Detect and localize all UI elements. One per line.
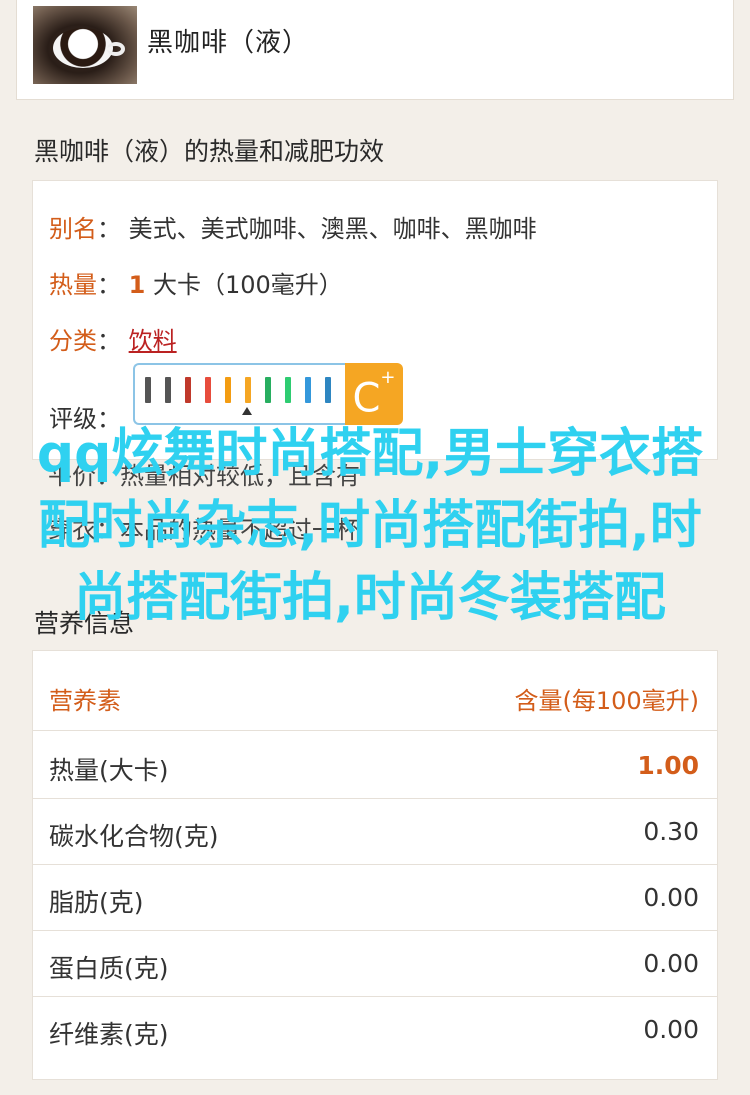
nutrient-name: 脂肪(克) <box>49 888 144 917</box>
calorie-number: 1 <box>128 271 146 299</box>
rating-bar <box>325 377 331 403</box>
header-card[interactable]: 黑咖啡（液） <box>16 0 734 100</box>
rating-bar <box>205 377 211 403</box>
nutrient-value: 0.00 <box>643 883 699 912</box>
rating-bar <box>285 377 291 403</box>
nutrient-name: 热量(大卡) <box>49 756 169 785</box>
nutrient-value: 0.30 <box>643 817 699 846</box>
table-row: 纤维素(克) 0.00 <box>33 997 717 1063</box>
category-label: 分类 <box>49 327 97 355</box>
table-row: 蛋白质(克) 0.00 <box>33 931 717 997</box>
category-link[interactable]: 饮料 <box>129 327 177 355</box>
food-title: 黑咖啡（液） <box>147 28 310 58</box>
rating-bar <box>245 377 251 403</box>
coffee-thumbnail <box>33 6 137 84</box>
calorie-row: 热量： 1 大卡（100毫升） <box>49 271 343 299</box>
coffee-cup-icon <box>53 28 113 68</box>
nutrient-value: 0.00 <box>643 1015 699 1044</box>
table-row: 热量(大卡) 1.00 <box>33 733 717 799</box>
calorie-unit: 大卡（100毫升） <box>152 271 343 299</box>
category-row: 分类： 饮料 <box>49 327 177 355</box>
overlay-watermark-text: qq炫舞时尚搭配,男士穿衣搭配时尚杂志,时尚搭配街拍,时尚搭配街拍,时尚冬装搭配 <box>36 424 704 628</box>
rating-marker-icon <box>242 407 252 415</box>
table-row: 脂肪(克) 0.00 <box>33 865 717 931</box>
nutrient-name: 蛋白质(克) <box>49 954 169 983</box>
alias-row: 别名： 美式、美式咖啡、澳黑、咖啡、黑咖啡 <box>49 215 537 243</box>
nutrition-table: 营养素 含量(每100毫升) 热量(大卡) 1.00 碳水化合物(克) 0.30… <box>32 650 718 1080</box>
rating-meter: C+ <box>133 363 403 425</box>
alias-label: 别名 <box>49 215 97 243</box>
nutrient-value: 1.00 <box>637 751 699 780</box>
nutrient-name: 纤维素(克) <box>49 1020 169 1049</box>
section-title-calories: 黑咖啡（液）的热量和减肥功效 <box>34 137 385 166</box>
rating-bar <box>185 377 191 403</box>
rating-bar <box>305 377 311 403</box>
calorie-label: 热量 <box>49 271 97 299</box>
nutrition-header: 营养素 含量(每100毫升) <box>33 651 717 731</box>
nutrient-value: 0.00 <box>643 949 699 978</box>
amount-column-header: 含量(每100毫升) <box>514 687 699 715</box>
rating-grade-badge: C+ <box>345 363 403 425</box>
rating-bar <box>225 377 231 403</box>
rating-bar <box>165 377 171 403</box>
rating-bar <box>145 377 151 403</box>
rating-bar <box>265 377 271 403</box>
cup-handle-icon <box>107 42 125 56</box>
alias-value: 美式、美式咖啡、澳黑、咖啡、黑咖啡 <box>128 215 537 243</box>
nutrient-name: 碳水化合物(克) <box>49 822 219 851</box>
rating-scale <box>133 363 345 425</box>
nutrient-column-header: 营养素 <box>49 687 121 715</box>
table-row: 碳水化合物(克) 0.30 <box>33 799 717 865</box>
